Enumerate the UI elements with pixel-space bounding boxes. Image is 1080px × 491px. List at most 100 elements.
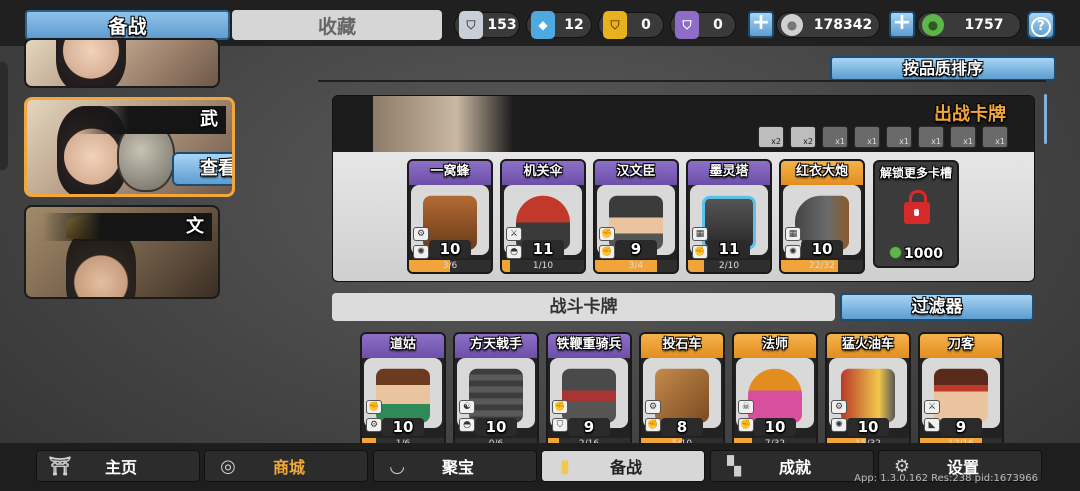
deck-hero-portrait (373, 96, 513, 152)
blue-crystal-shield-icon: ◆ (531, 11, 555, 39)
silver-coin-icon: ● (781, 14, 803, 36)
arrow-filter-icon[interactable]: x1 (822, 126, 848, 148)
card-level: 8 (661, 418, 703, 436)
card-progress: 2/10 (688, 260, 770, 272)
fist-type-icon: ✊ (738, 418, 754, 432)
card-progress: 1/10 (502, 260, 584, 272)
temple-icon: ⛩ (48, 455, 72, 477)
treasure-bowl-icon: ◡ (390, 455, 404, 477)
nav-home[interactable]: ⛩ 主页 (36, 450, 200, 482)
mage-unit (748, 368, 802, 423)
battle-card-tiebianzhongqibing[interactable]: 铁鞭重骑兵 ✊ ⛉ 9 2/16 (546, 332, 632, 452)
card-level: 10 (801, 240, 843, 258)
deck-header: 出战卡牌 x2 x2 x1 x1 x1 x1 x1 x1 (333, 96, 1034, 152)
card-level: 10 (382, 418, 424, 436)
card-progress: 22/32 (781, 260, 863, 272)
card-name: 道姑 (362, 334, 444, 358)
sort-by-quality-button[interactable]: 按品质排序 (830, 56, 1056, 81)
divider (318, 80, 1046, 82)
flame-cart-unit (841, 368, 895, 423)
battle-card-daogu[interactable]: 道姑 ✊ ⚙ 10 1/6 (360, 332, 446, 452)
help-icon: ? (1031, 17, 1051, 37)
card-name: 刀客 (920, 334, 1002, 358)
catapult-unit (655, 368, 709, 423)
card-level: 11 (522, 240, 564, 258)
hero-card-previous[interactable] (24, 38, 220, 88)
fist-type-icon: ✊ (599, 227, 615, 241)
add-green-coin-button[interactable]: + (889, 11, 915, 38)
silver-shield-icon: ⛉ (459, 11, 483, 39)
gear-filter-icon[interactable]: x1 (854, 126, 880, 148)
card-name: 红衣大炮 (781, 161, 863, 185)
card-progress: 3/6 (409, 260, 491, 272)
hero-card-selected[interactable]: 武 查看详情 (24, 97, 235, 197)
deck-card-jiguansan[interactable]: 机关伞 ⚔ ◓ 11 1/10 (500, 159, 586, 274)
help-button[interactable]: ? (1027, 11, 1055, 39)
blue-crystal-resource: ◆ 12 (526, 11, 592, 39)
tab-prepare[interactable]: 备战 (25, 10, 230, 40)
card-name: 汉文臣 (595, 161, 677, 185)
unlock-slot-label: 解锁更多卡槽 (879, 166, 952, 180)
helmet-filter-icon[interactable]: x1 (982, 126, 1008, 148)
bolt-filter-icon[interactable]: x1 (886, 126, 912, 148)
gear-type-icon: ⚙ (831, 400, 847, 414)
deck-card-molingta[interactable]: 墨灵塔 ▦ ✊ 11 2/10 (686, 159, 772, 274)
helmet-type-icon: ◓ (506, 245, 522, 259)
battle-card-fashi[interactable]: 法师 ☠ ✊ 10 7/32 (732, 332, 818, 452)
battle-card-fangtianjishou[interactable]: 方天戟手 ☯ ◓ 10 0/6 (453, 332, 539, 452)
burst-type-icon: ✺ (831, 418, 847, 432)
card-level: 9 (940, 418, 982, 436)
cards-icon: ▮ (560, 455, 570, 477)
side-drawer-handle[interactable] (0, 62, 8, 170)
battle-card-toushiche[interactable]: 投石车 ⚙ ✊ 8 5/10 (639, 332, 725, 452)
fist-type-icon: ✊ (366, 400, 382, 414)
locked-card-slot[interactable]: 解锁更多卡槽 1000 (873, 160, 959, 268)
card-name: 猛火油车 (827, 334, 909, 358)
battle-card-daoke[interactable]: 刀客 ⚔ ◣ 9 12/16 (918, 332, 1004, 452)
sword-filter-icon[interactable]: x1 (950, 126, 976, 148)
halberd-soldier-unit (469, 368, 523, 423)
deck-card-hanwenchen[interactable]: 汉文臣 ✊ ✊ 9 3/4 (593, 159, 679, 274)
card-name: 机关伞 (502, 161, 584, 185)
deck-card-yiwofeng[interactable]: 一窝蜂 ⚙ ✺ 10 3/6 (407, 159, 493, 274)
deck-card-hongyidapao[interactable]: 红衣大炮 ▦ ✺ 10 22/32 (779, 159, 865, 274)
wall-type-icon: ▦ (785, 227, 801, 241)
fist-filter-icon[interactable]: x1 (918, 126, 944, 148)
nav-treasure[interactable]: ◡ 聚宝 (373, 450, 537, 482)
wall-filter-icon[interactable]: x2 (758, 126, 784, 148)
battle-card-menghuoyouche[interactable]: 猛火油车 ⚙ ✺ 10 15/32 (825, 332, 911, 452)
nav-prepare[interactable]: ▮ 备战 (541, 450, 705, 482)
lock-icon (904, 190, 930, 224)
gear-type-icon: ⚙ (645, 400, 661, 414)
silver-shield-resource: ⛉ 153 (454, 11, 520, 39)
silver-coin-resource: ● 178342 (776, 12, 880, 38)
skull-type-icon: ☠ (738, 400, 754, 414)
card-level: 10 (475, 418, 517, 436)
card-name: 墨灵塔 (688, 161, 770, 185)
tab-collection[interactable]: 收藏 (232, 10, 442, 40)
scrollbar[interactable] (1044, 94, 1047, 144)
burst-type-icon: ✺ (413, 245, 429, 259)
achievement-blocks-icon: ▚ (727, 455, 741, 477)
gear-type-icon: ⚙ (366, 418, 382, 432)
filter-button[interactable]: 过滤器 (840, 293, 1034, 321)
nav-shop[interactable]: ◎ 商城 (204, 450, 368, 482)
burst-type-icon: ✺ (785, 245, 801, 259)
card-level: 10 (754, 418, 796, 436)
burst-filter-icon[interactable]: x2 (790, 126, 816, 148)
view-details-button[interactable]: 查看详情 (172, 152, 232, 186)
wall-type-icon: ▦ (692, 227, 708, 241)
boot-type-icon: ◣ (924, 418, 940, 432)
green-coin-icon: ● (922, 14, 944, 36)
nav-achievements[interactable]: ▚ 成就 (710, 450, 874, 482)
gear-type-icon: ⚙ (413, 227, 429, 241)
add-silver-coin-button[interactable]: + (748, 11, 774, 38)
fist-type-icon: ✊ (552, 400, 568, 414)
yinyang-type-icon: ☯ (459, 400, 475, 414)
shield-type-icon: ⛉ (552, 418, 568, 432)
card-level: 9 (568, 418, 610, 436)
hero-card-civil[interactable]: 文 (24, 205, 220, 299)
green-coin-resource: ● 1757 (917, 12, 1021, 38)
coins-icon: ◎ (220, 455, 236, 477)
taoist-nun-unit (376, 368, 430, 423)
